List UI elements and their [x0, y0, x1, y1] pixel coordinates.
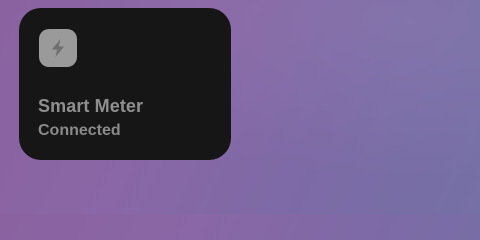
smart-meter-widget[interactable]: Smart Meter Connected [19, 8, 231, 160]
lightning-bolt-icon [39, 29, 77, 67]
widget-title: Smart Meter [38, 96, 144, 116]
connection-status: Connected [38, 122, 121, 139]
home-screen: { "widget": { "title": "Smart Meter", "s… [0, 0, 480, 214]
